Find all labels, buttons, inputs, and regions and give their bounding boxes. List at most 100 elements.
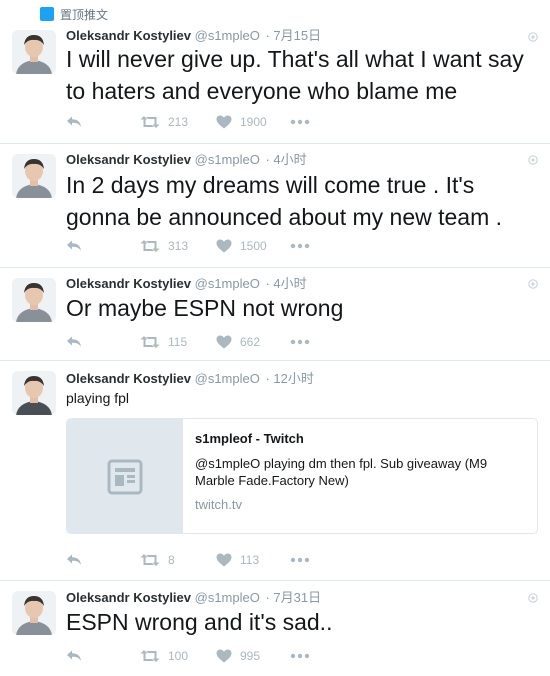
retweet-count: 313 <box>168 239 189 253</box>
avatar[interactable] <box>12 154 56 198</box>
author-name[interactable]: Oleksandr Kostyliev <box>66 590 191 605</box>
heart-icon <box>216 239 232 253</box>
article-icon <box>107 459 143 495</box>
tweet-header: Oleksandr Kostyliev @s1mpleO · 4小时 <box>66 152 307 168</box>
author-name[interactable]: Oleksandr Kostyliev <box>66 28 191 43</box>
more-button[interactable] <box>290 238 310 254</box>
tweet[interactable]: Oleksandr Kostyliev @s1mpleO · 7月15日 I w… <box>0 0 550 144</box>
more-icon <box>290 653 310 659</box>
heart-icon <box>216 335 232 349</box>
like-count: 113 <box>240 553 260 567</box>
author-handle[interactable]: @s1mpleO <box>195 152 260 167</box>
more-button[interactable] <box>290 334 310 350</box>
like-count: 995 <box>240 649 261 663</box>
avatar[interactable] <box>12 591 56 635</box>
tweet-text: ESPN wrong and it's sad.. <box>66 609 333 635</box>
card-title[interactable]: s1mpleof - Twitch <box>195 431 527 447</box>
more-button[interactable] <box>290 552 310 568</box>
more-button[interactable] <box>290 114 310 130</box>
tweet-actions: 313 1500 <box>66 238 346 254</box>
tweet-time[interactable]: · 7月15日 <box>265 28 321 43</box>
reply-button[interactable] <box>66 114 82 130</box>
heart-icon <box>216 553 232 567</box>
reply-icon <box>67 240 81 251</box>
retweet-icon <box>140 336 160 348</box>
like-button[interactable]: 113 <box>216 552 259 568</box>
tweet-time[interactable]: · 4小时 <box>265 276 306 291</box>
like-count: 1900 <box>240 115 267 129</box>
tweet-header: Oleksandr Kostyliev @s1mpleO · 7月31日 <box>66 590 321 606</box>
retweet-count: 8 <box>168 553 175 567</box>
tweet-menu-icon[interactable] <box>528 155 538 165</box>
author-name[interactable]: Oleksandr Kostyliev <box>66 371 191 386</box>
tweet-header: Oleksandr Kostyliev @s1mpleO · 7月15日 <box>66 28 321 44</box>
tweet-menu-icon[interactable] <box>528 593 538 603</box>
reply-button[interactable] <box>66 334 82 350</box>
reply-icon <box>67 554 81 565</box>
avatar[interactable] <box>12 371 56 415</box>
author-handle[interactable]: @s1mpleO <box>195 371 260 386</box>
more-icon <box>290 339 310 345</box>
tweet-time[interactable]: · 12小时 <box>265 371 313 386</box>
card-thumbnail <box>67 419 183 533</box>
retweet-button[interactable]: 213 <box>140 114 188 130</box>
more-icon <box>290 243 310 249</box>
card-description: @s1mpleO playing dm then fpl. Sub giveaw… <box>195 456 488 488</box>
more-icon <box>290 557 310 563</box>
tweet-text: playing fpl <box>66 390 130 406</box>
tweet-menu-icon[interactable] <box>528 32 538 42</box>
retweet-button[interactable]: 100 <box>140 648 188 664</box>
retweet-count: 100 <box>168 649 189 663</box>
tweet[interactable]: Oleksandr Kostyliev @s1mpleO · 4小时 In 2 … <box>0 144 550 268</box>
more-button[interactable] <box>290 648 310 664</box>
tweet-header: Oleksandr Kostyliev @s1mpleO · 4小时 <box>66 276 307 292</box>
tweet-actions: 8 113 <box>66 552 346 568</box>
reply-button[interactable] <box>66 648 82 664</box>
card-domain: twitch.tv <box>195 497 242 512</box>
tweet-time[interactable]: · 7月31日 <box>265 590 321 605</box>
like-count: 662 <box>240 335 261 349</box>
avatar[interactable] <box>12 278 56 322</box>
reply-button[interactable] <box>66 552 82 568</box>
author-handle[interactable]: @s1mpleO <box>195 276 260 291</box>
link-card[interactable]: s1mpleof - Twitch @s1mpleO playing dm th… <box>66 418 538 534</box>
author-handle[interactable]: @s1mpleO <box>195 590 260 605</box>
tweet-time[interactable]: · 4小时 <box>265 152 306 167</box>
tweet[interactable]: Oleksandr Kostyliev @s1mpleO · 7月31日 ESP… <box>0 581 550 676</box>
retweet-button[interactable]: 8 <box>140 552 175 568</box>
tweet-header: Oleksandr Kostyliev @s1mpleO · 12小时 <box>66 371 314 387</box>
reply-icon <box>67 336 81 347</box>
reply-icon <box>67 650 81 661</box>
retweet-icon <box>140 650 160 662</box>
author-name[interactable]: Oleksandr Kostyliev <box>66 276 191 291</box>
tweet-text: I will never give up. That's all what I … <box>66 46 524 104</box>
heart-icon <box>216 115 232 129</box>
retweet-icon <box>140 116 160 128</box>
heart-icon <box>216 649 232 663</box>
retweet-button[interactable]: 115 <box>140 334 187 350</box>
tweet-menu-icon[interactable] <box>528 279 538 289</box>
tweet-actions: 100 995 <box>66 648 346 664</box>
tweet-actions: 115 662 <box>66 334 346 350</box>
tweet-actions: 213 1900 <box>66 114 346 130</box>
like-button[interactable]: 662 <box>216 334 260 350</box>
reply-icon <box>67 116 81 127</box>
retweet-count: 115 <box>168 335 188 349</box>
retweet-button[interactable]: 313 <box>140 238 188 254</box>
author-handle[interactable]: @s1mpleO <box>195 28 260 43</box>
card-body: s1mpleof - Twitch @s1mpleO playing dm th… <box>183 419 537 513</box>
tweet-text: In 2 days my dreams will come true . It'… <box>66 172 503 230</box>
like-count: 1500 <box>240 239 267 253</box>
like-button[interactable]: 1900 <box>216 114 267 130</box>
avatar[interactable] <box>12 30 56 74</box>
tweet[interactable]: Oleksandr Kostyliev @s1mpleO · 4小时 Or ma… <box>0 268 550 361</box>
retweet-icon <box>140 240 160 252</box>
reply-button[interactable] <box>66 238 82 254</box>
more-icon <box>290 119 310 125</box>
like-button[interactable]: 1500 <box>216 238 267 254</box>
retweet-count: 213 <box>168 115 189 129</box>
tweet-text: Or maybe ESPN not wrong <box>66 295 344 321</box>
author-name[interactable]: Oleksandr Kostyliev <box>66 152 191 167</box>
like-button[interactable]: 995 <box>216 648 260 664</box>
retweet-icon <box>140 554 160 566</box>
